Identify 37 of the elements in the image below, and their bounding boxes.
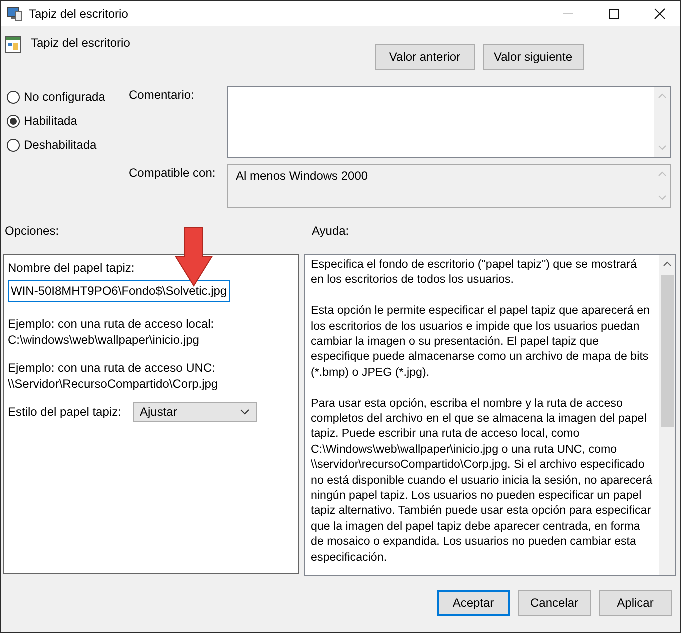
help-paragraph: Para usar esta opción, escriba el nombre y la ruta de acceso completos del archivo en el que se almacena la imagen del papel tapiz. Puede escribir una ruta de acceso local, como C:\Windows\web\wallpaper\inicio.jpg o una ruta UNC, como \\servidor\recursoCompartido\Corp.jpg. Si el archivo especificado no está disponible cuando el usuario inicia la sesión, no aparecerá ningún papel tapiz. Los usuarios no pueden especificar un papel tapiz alternativo. También puede usar esta opción para especificar que la imagen del papel tapiz debe aparecer centrada, en forma de mosaico o expandida. Los usuarios no pueden cambiar esta especificación. bbox=[311, 396, 653, 566]
help-paragraph: Especifica el fondo de escritorio ("papel tapiz") que se mostrará en los escritorios de todos los usuarios. bbox=[311, 257, 638, 288]
radio-button[interactable] bbox=[7, 90, 20, 104]
radio-label[interactable]: Habilitada bbox=[24, 114, 78, 128]
policy-title: Tapiz del escritorio bbox=[31, 36, 130, 50]
input-field[interactable]: WIN-50I8MHT9PO6\Fondo$\Solvetic.jpg bbox=[8, 280, 230, 302]
close-icon[interactable] bbox=[654, 8, 666, 20]
example-path: \\Servidor\RecursoCompartido\Corp.jpg bbox=[8, 376, 220, 392]
down-arrow-icon bbox=[175, 227, 213, 287]
field-label: Comentario: bbox=[129, 87, 196, 104]
window-title: Tapiz del escritorio bbox=[29, 6, 130, 20]
example-path: C:\windows\web\wallpaper\inicio.jpg bbox=[8, 332, 200, 348]
style-dropdown[interactable]: Ajustar bbox=[133, 402, 257, 422]
radio-label[interactable]: Deshabilitada bbox=[24, 138, 97, 152]
nav-button[interactable]: Valor anterior bbox=[375, 44, 475, 70]
field-label: Estilo del papel tapiz: bbox=[8, 405, 122, 419]
example-label: Ejemplo: con una ruta de acceso UNC: bbox=[8, 360, 216, 376]
policy-app-icon bbox=[7, 6, 23, 22]
section-heading: Opciones: bbox=[5, 224, 60, 238]
nav-button[interactable]: Valor siguiente bbox=[483, 44, 584, 70]
policy-setting-icon bbox=[5, 36, 21, 53]
help-paragraph: Esta opción le permite especificar el papel tapiz que aparecerá en los escritorios de los usuarios e impide que los usuarios puedan cambiar la imagen o su presentación. El papel tapiz que especifique puede almacenarse como un archivo de mapa de bits (*.bmp) o JPEG (*.jpg). bbox=[311, 303, 651, 380]
dialog-button[interactable]: Aplicar bbox=[599, 590, 672, 616]
chevron-down-icon bbox=[240, 409, 250, 415]
radio-label[interactable]: No configurada bbox=[24, 90, 106, 104]
scrollbar-thumb[interactable] bbox=[660, 275, 674, 427]
radio-button[interactable] bbox=[7, 114, 20, 128]
compatible-field: Al menos Windows 2000 bbox=[227, 164, 671, 208]
radio-button[interactable] bbox=[7, 138, 20, 152]
field-label: Nombre del papel tapiz: bbox=[8, 261, 136, 275]
example-label: Ejemplo: con una ruta de acceso local: bbox=[8, 316, 216, 332]
scroll-up-icon[interactable] bbox=[662, 261, 672, 267]
section-heading: Ayuda: bbox=[312, 224, 350, 238]
dialog-button[interactable]: Aceptar bbox=[437, 590, 510, 616]
maximize-icon[interactable] bbox=[608, 8, 620, 20]
dialog-button[interactable]: Cancelar bbox=[518, 590, 591, 616]
field-label: Compatible con: bbox=[129, 165, 217, 182]
